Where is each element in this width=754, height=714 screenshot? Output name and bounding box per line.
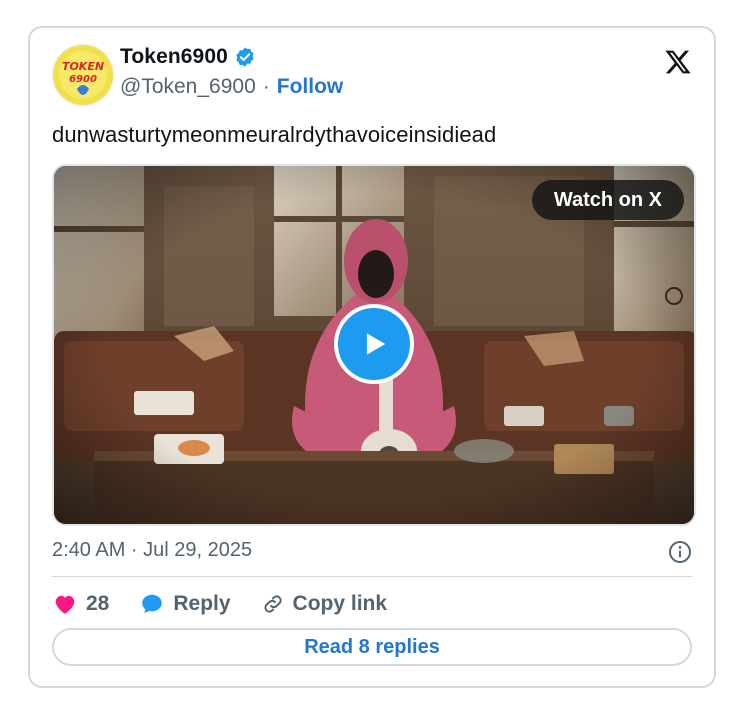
follow-link[interactable]: Follow [277, 75, 344, 99]
copy-link-label: Copy link [292, 592, 388, 615]
watch-on-x-button[interactable]: Watch on X [531, 180, 684, 220]
play-icon [366, 333, 386, 355]
author-name-row: Token6900 [120, 45, 256, 69]
tweet-card: TOKEN 6900 Token6900 @Token_6900 · Follo… [28, 26, 716, 688]
read-replies-button[interactable]: Read 8 replies [52, 628, 692, 666]
heart-icon [55, 595, 75, 614]
avatar-image: TOKEN 6900 [53, 45, 113, 105]
svg-text:TOKEN: TOKEN [62, 60, 104, 73]
tweet-text: dunwasturtymeonmeuralrdythavoiceinsidiea… [52, 122, 497, 147]
video-media[interactable]: Watch on X [52, 164, 696, 526]
author-display-name[interactable]: Token6900 [120, 45, 228, 69]
like-button[interactable]: 28 [52, 591, 109, 617]
author-handle-row: @Token_6900 · Follow [120, 75, 343, 99]
like-count: 28 [86, 592, 110, 615]
svg-text:6900: 6900 [69, 74, 97, 85]
reply-bubble-icon [142, 594, 163, 614]
separator-dot: · [262, 75, 270, 98]
avatar[interactable]: TOKEN 6900 [52, 44, 114, 106]
verified-badge-icon [236, 47, 254, 67]
play-button[interactable] [334, 304, 414, 384]
tweet-timestamp[interactable]: 2:40 AM · Jul 29, 2025 [52, 539, 252, 562]
info-icon[interactable] [668, 540, 692, 564]
author-handle[interactable]: @Token_6900 [120, 75, 256, 99]
reply-label: Reply [173, 592, 231, 615]
action-bar: 28 Reply Copy link [52, 588, 417, 620]
link-icon [264, 595, 282, 613]
x-logo-icon[interactable] [664, 48, 692, 76]
copy-link-button[interactable]: Copy link [261, 592, 388, 616]
divider [52, 576, 692, 577]
reply-button[interactable]: Reply [139, 591, 231, 617]
